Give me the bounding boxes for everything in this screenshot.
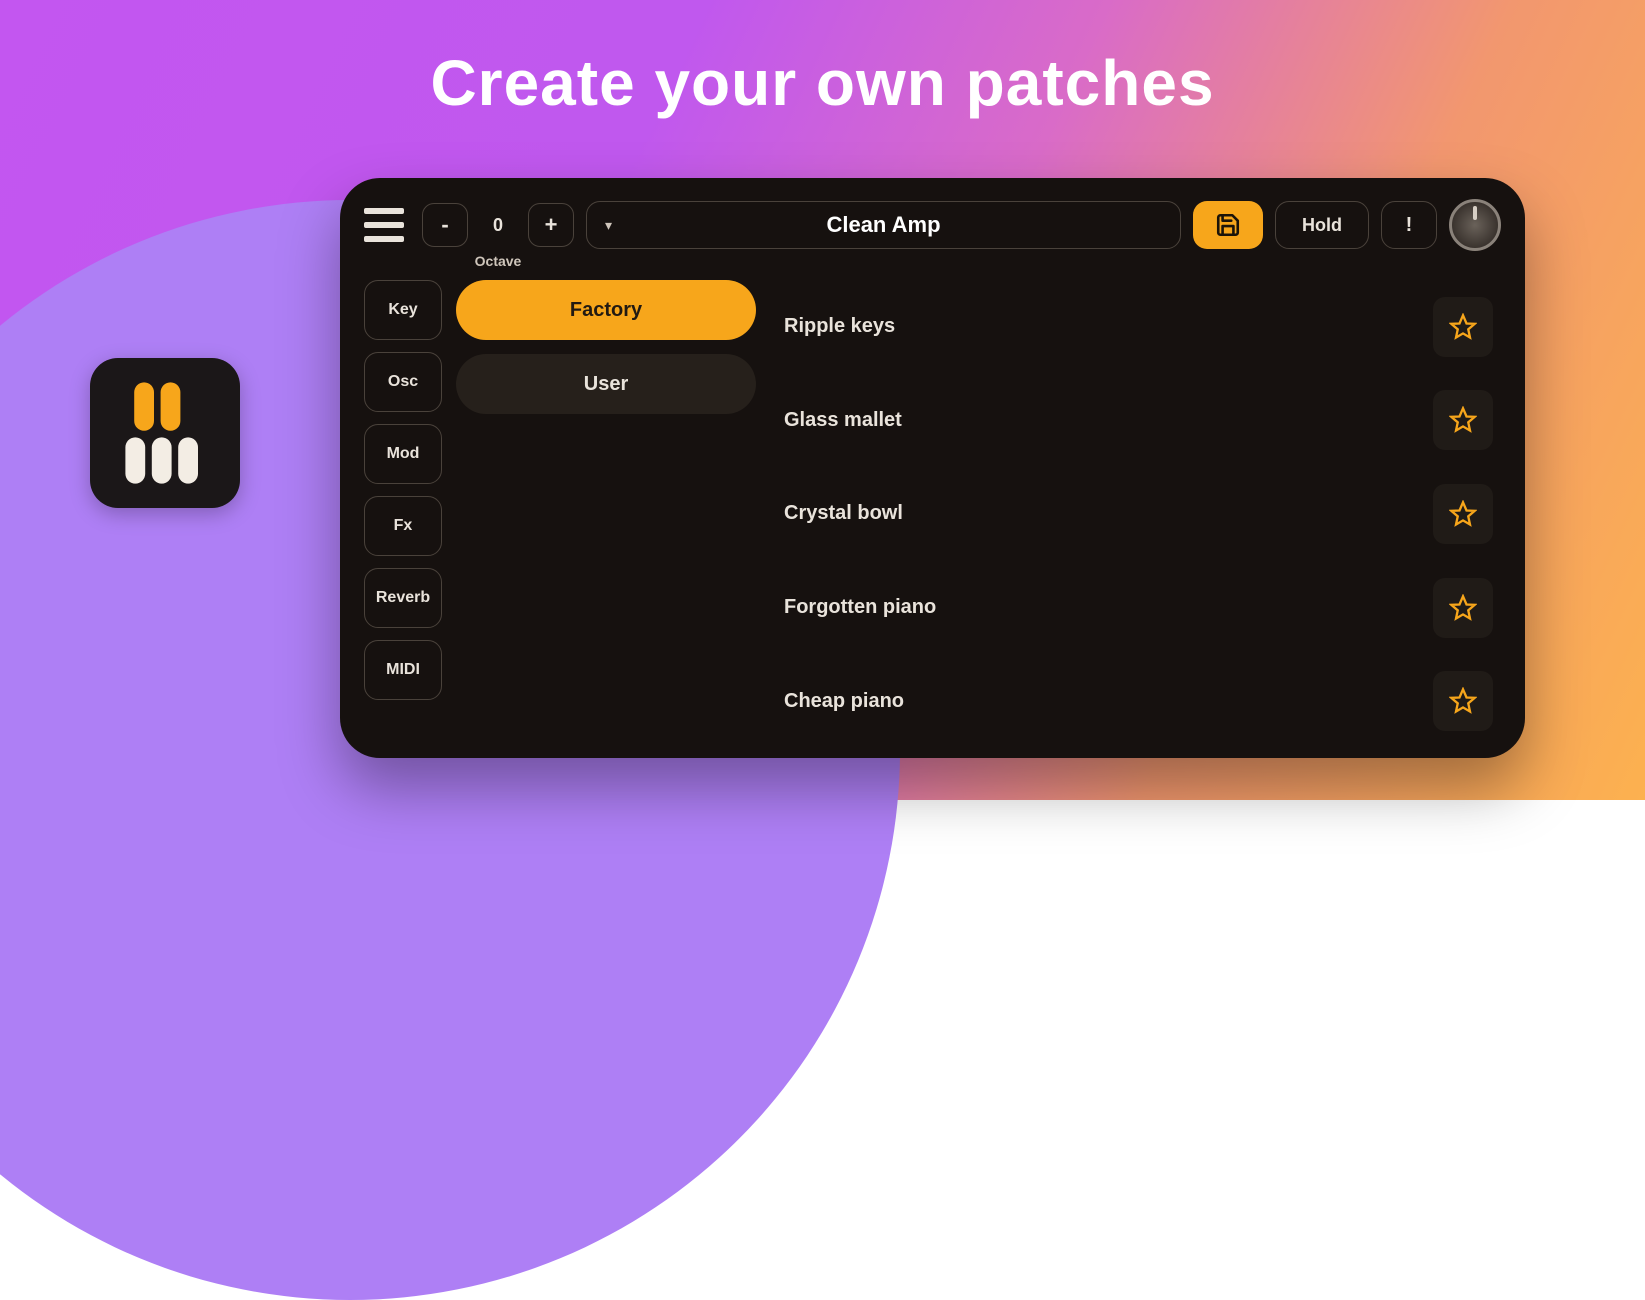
octave-stepper: - 0 + Octave (422, 203, 574, 247)
app-icon (90, 358, 240, 508)
patch-label: Crystal bowl (784, 502, 903, 525)
save-button[interactable] (1193, 201, 1263, 249)
favorite-button[interactable] (1433, 578, 1493, 638)
star-icon (1449, 313, 1477, 341)
panic-button[interactable]: ! (1381, 201, 1437, 249)
tab-midi[interactable]: MIDI (364, 640, 442, 700)
synth-window: - 0 + Octave ▾ Clean Amp Hold ! Key Osc … (340, 178, 1525, 758)
star-icon (1449, 500, 1477, 528)
headline-text: Create your own patches (0, 46, 1645, 120)
main-body: Key Osc Mod Fx Reverb MIDI Factory User … (364, 280, 1501, 748)
list-item[interactable]: Crystal bowl (770, 467, 1501, 561)
list-item[interactable]: Ripple keys (770, 280, 1501, 374)
bank-factory-button[interactable]: Factory (456, 280, 756, 340)
octave-minus-button[interactable]: - (422, 203, 468, 247)
patch-label: Cheap piano (784, 690, 904, 713)
tab-reverb[interactable]: Reverb (364, 568, 442, 628)
menu-icon[interactable] (364, 208, 404, 242)
patch-list: Ripple keys Glass mallet Crystal bowl Fo… (770, 280, 1501, 748)
favorite-button[interactable] (1433, 297, 1493, 357)
bank-user-button[interactable]: User (456, 354, 756, 414)
bank-column: Factory User (456, 280, 756, 748)
patch-label: Forgotten piano (784, 596, 936, 619)
favorite-button[interactable] (1433, 671, 1493, 731)
tab-fx[interactable]: Fx (364, 496, 442, 556)
hold-button[interactable]: Hold (1275, 201, 1369, 249)
patch-label: Ripple keys (784, 315, 895, 338)
volume-knob[interactable] (1449, 199, 1501, 251)
tab-mod[interactable]: Mod (364, 424, 442, 484)
star-icon (1449, 687, 1477, 715)
octave-label: Octave (475, 253, 522, 269)
favorite-button[interactable] (1433, 484, 1493, 544)
patch-selector[interactable]: ▾ Clean Amp (586, 201, 1181, 249)
list-item[interactable]: Cheap piano (770, 654, 1501, 748)
patch-label: Glass mallet (784, 409, 902, 432)
favorite-button[interactable] (1433, 390, 1493, 450)
list-item[interactable]: Glass mallet (770, 374, 1501, 468)
tab-osc[interactable]: Osc (364, 352, 442, 412)
save-icon (1215, 212, 1241, 238)
star-icon (1449, 594, 1477, 622)
star-icon (1449, 406, 1477, 434)
list-item[interactable]: Forgotten piano (770, 561, 1501, 655)
octave-plus-button[interactable]: + (528, 203, 574, 247)
current-patch-name: Clean Amp (587, 212, 1180, 238)
side-tabs: Key Osc Mod Fx Reverb MIDI (364, 280, 442, 748)
top-bar: - 0 + Octave ▾ Clean Amp Hold ! (364, 198, 1501, 252)
octave-value: 0 (478, 215, 518, 236)
tab-key[interactable]: Key (364, 280, 442, 340)
